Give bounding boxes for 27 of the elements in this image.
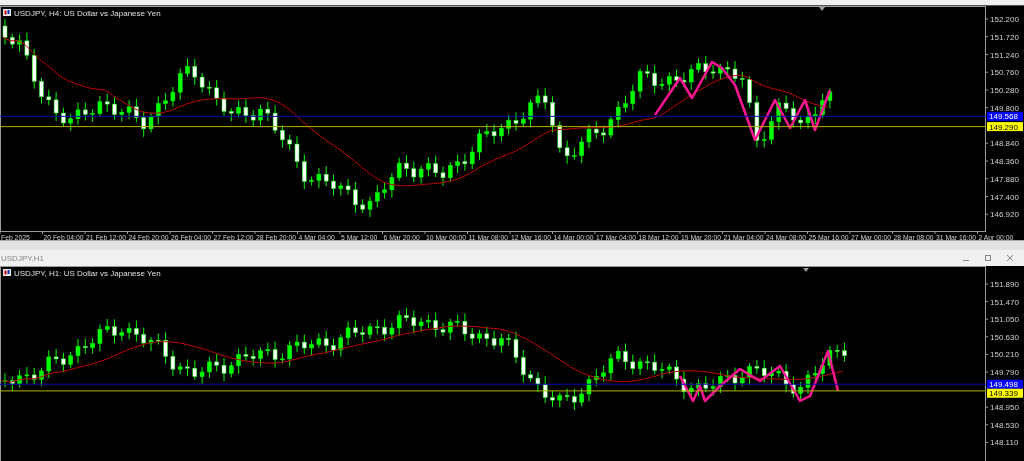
- price-level-label: 149.290: [989, 122, 1018, 132]
- window-title: USDJPY,H1: [1, 253, 44, 263]
- price-axis-label: 151.050: [990, 315, 1019, 325]
- price-axis-label: 151.240: [990, 50, 1019, 60]
- price-axis-label: 148.530: [990, 420, 1019, 430]
- price-axis-label: 150.280: [990, 86, 1019, 95]
- chart-title: USDJPY, H4: US Dollar vs Japanese Yen: [14, 9, 161, 18]
- price-axis-label: 148.360: [990, 157, 1019, 166]
- price-axis-label: 151.470: [990, 297, 1019, 307]
- price-axis-label: 147.400: [990, 192, 1019, 202]
- price-axis-label: 146.920: [990, 210, 1019, 220]
- chart-title: USDJPY, H1: US Dollar vs Japanese Yen: [14, 269, 161, 278]
- price-level-label: 149.568: [989, 112, 1018, 122]
- price-axis-label: 147.880: [990, 174, 1019, 184]
- price-axis-label: 150.760: [990, 68, 1019, 78]
- price-level-label: 149.339: [989, 389, 1018, 399]
- price-level-label: 149.498: [989, 380, 1018, 390]
- price-axis-label: 150.210: [990, 350, 1019, 360]
- price-axis-label: 148.950: [990, 403, 1019, 413]
- price-axis-label: 152.200: [990, 15, 1019, 24]
- price-axis-label: 150.630: [990, 332, 1019, 342]
- price-axis-label: 149.800: [990, 103, 1019, 113]
- price-axis-label: 148.840: [990, 139, 1019, 149]
- price-axis-label: 148.110: [990, 438, 1019, 448]
- price-axis-label: 149.790: [990, 368, 1019, 377]
- price-axis-label: 151.720: [990, 32, 1019, 42]
- price-axis-label: 151.890: [990, 280, 1019, 289]
